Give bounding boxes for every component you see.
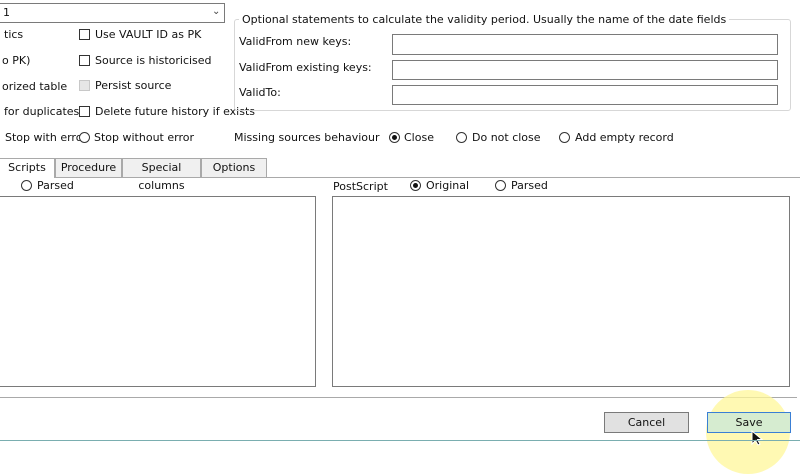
tab-strip-line [55, 177, 800, 178]
save-button[interactable]: Save [707, 412, 791, 433]
vault-id-pk-checkbox[interactable] [79, 29, 90, 40]
persist-source-label: Persist source [95, 79, 172, 92]
left-option-1: tics [4, 28, 24, 41]
tab-scripts[interactable]: Scripts [0, 158, 55, 178]
vault-id-pk-label: Use VAULT ID as PK [95, 28, 202, 41]
valid-from-new-input[interactable] [392, 34, 778, 55]
delete-future-history-checkbox[interactable] [79, 106, 90, 117]
bottom-accent-line [0, 440, 800, 441]
tab-options[interactable]: Options [201, 158, 267, 177]
prescript-textarea[interactable] [0, 196, 316, 387]
add-empty-record-radio-label: Add empty record [575, 131, 674, 144]
stop-with-error-label[interactable]: Stop with error [5, 131, 87, 145]
postscript-parsed-radio[interactable] [495, 180, 506, 191]
left-option-2: o PK) [2, 54, 31, 67]
cancel-button[interactable]: Cancel [604, 412, 689, 433]
do-not-close-radio-label: Do not close [472, 131, 541, 144]
postscript-label: PostScript [333, 180, 388, 193]
tab-options-label: Options [212, 161, 256, 174]
save-button-label: Save [735, 416, 763, 429]
bottom-separator [0, 397, 797, 398]
postscript-original-label: Original [426, 179, 470, 192]
tab-procedure-label: Procedure [60, 161, 117, 174]
postscript-textarea[interactable] [332, 196, 790, 387]
postscript-original-radio[interactable] [410, 180, 421, 191]
top-combo[interactable]: 1 ⌄ [0, 3, 225, 23]
missing-sources-label: Missing sources behaviour [234, 131, 380, 144]
postscript-parsed-label: Parsed [511, 179, 548, 192]
tab-scripts-label: Scripts [8, 161, 46, 174]
cancel-button-label: Cancel [627, 416, 666, 429]
valid-to-input[interactable] [392, 85, 778, 105]
top-combo-value: 1 [3, 6, 10, 19]
source-historicised-label: Source is historicised [95, 54, 212, 67]
tab-special-columns[interactable]: Special columns [122, 158, 201, 192]
do-not-close-radio[interactable] [456, 132, 467, 143]
valid-from-existing-label: ValidFrom existing keys: [239, 61, 372, 74]
delete-future-history-label: Delete future history if exists [95, 105, 255, 118]
valid-from-new-label: ValidFrom new keys: [239, 35, 352, 48]
stop-without-error-label: Stop without error [94, 131, 194, 144]
persist-source-checkbox[interactable] [79, 80, 90, 91]
chevron-down-icon: ⌄ [212, 6, 221, 17]
close-radio-label: Close [404, 131, 434, 144]
valid-from-existing-input[interactable] [392, 60, 778, 80]
add-empty-record-radio[interactable] [559, 132, 570, 143]
close-radio[interactable] [389, 132, 400, 143]
mouse-cursor-icon [751, 430, 764, 446]
left-option-3: orized table [2, 80, 68, 93]
validity-group-legend: Optional statements to calculate the val… [239, 13, 730, 27]
source-historicised-checkbox[interactable] [79, 55, 90, 66]
left-option-4: for duplicates [4, 105, 80, 118]
prescript-parsed-label: Parsed [37, 179, 74, 192]
valid-to-label: ValidTo: [239, 86, 281, 99]
tab-procedure[interactable]: Procedure [55, 158, 122, 177]
prescript-parsed-radio[interactable] [21, 180, 32, 191]
stop-without-error-radio[interactable] [79, 132, 90, 143]
